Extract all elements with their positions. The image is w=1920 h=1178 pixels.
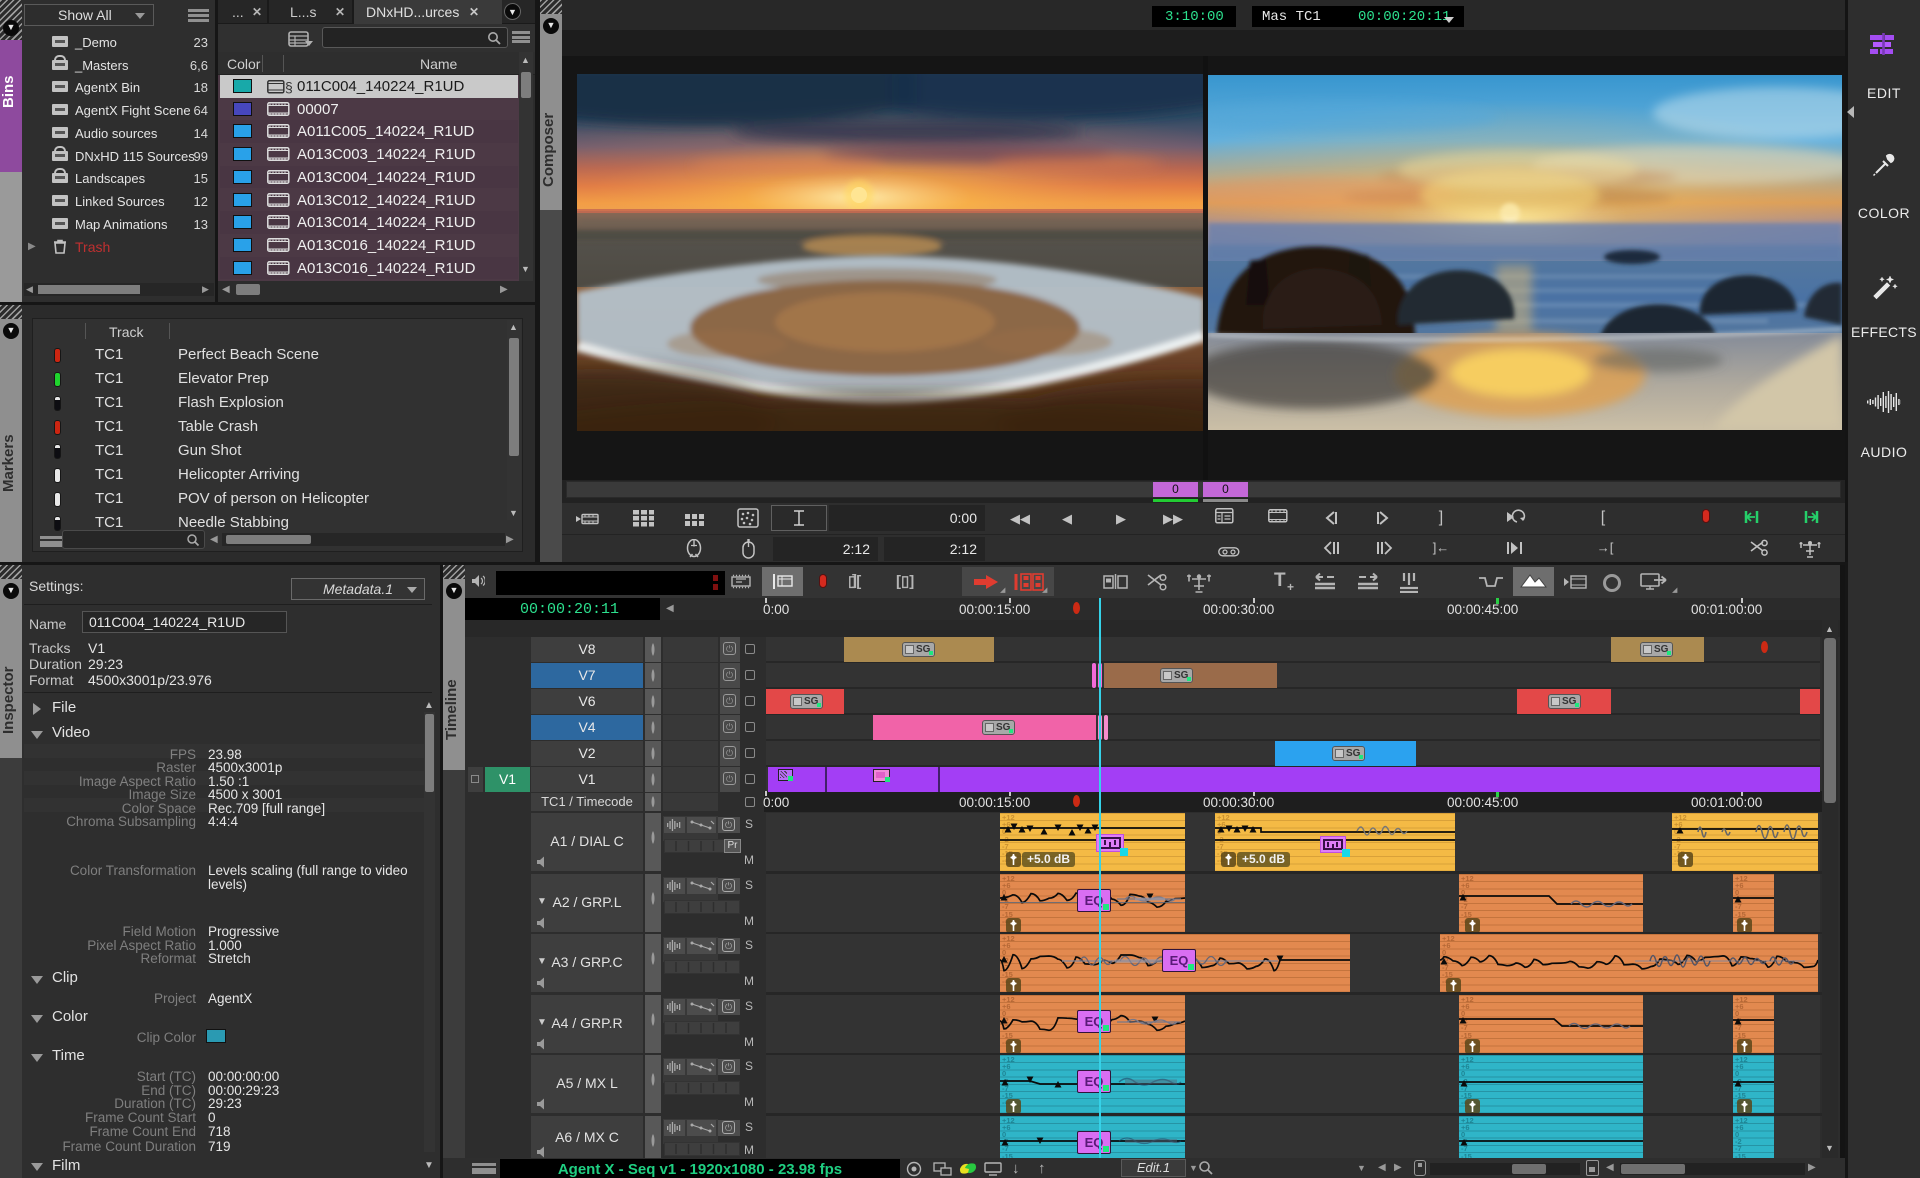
svg-text:§: § bbox=[285, 79, 293, 94]
